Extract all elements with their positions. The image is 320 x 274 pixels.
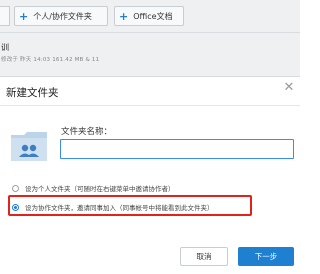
plus-icon: + [119,9,129,23]
new-office-doc-button[interactable]: + Office文档 [114,6,184,26]
cancel-button[interactable]: 取消 [180,247,228,266]
radio-collab[interactable] [12,203,19,211]
dialog-title: 新建文件夹 [6,87,59,99]
next-button[interactable]: 下一步 [238,247,294,266]
file-name[interactable]: 训 [1,42,9,53]
folder-name-label: 文件夹名称： [61,127,113,137]
radio-personal[interactable] [12,184,19,192]
new-office-doc-label: Office文档 [133,11,173,21]
background-toolbar-area: + 个人/协作文件夹 + Office文档 训 修改于 昨天 14:03 161… [0,0,300,76]
option-personal-folder[interactable]: 设为个人文件夹（可随时在右键菜单中邀请协作者） [12,183,175,193]
toolbar-partial-button[interactable] [0,6,10,26]
dialog-divider [0,105,300,106]
toolbar-divider [0,32,300,33]
new-team-folder-button[interactable]: + 个人/协作文件夹 [14,6,108,26]
option-collab-label: 设为协作文件夹，邀请同事加入（同事帐号中将能看到此文件夹） [25,204,214,212]
option-personal-label: 设为个人文件夹（可随时在右键菜单中邀请协作者） [25,185,175,193]
option-collab-folder[interactable]: 设为协作文件夹，邀请同事加入（同事帐号中将能看到此文件夹） [12,202,214,212]
file-meta: 修改于 昨天 14:03 161.42 MB & 11 [1,57,100,63]
plus-icon: + [19,9,29,23]
folder-name-input[interactable] [60,139,294,159]
new-team-folder-label: 个人/协作文件夹 [33,11,92,21]
new-folder-dialog: 新建文件夹 ✕ 文件夹名称： 设为个人文件夹（可随时在右键菜单中邀请协作者） 设… [0,76,300,274]
shared-folder-icon [11,132,47,161]
close-icon[interactable]: ✕ [282,81,296,95]
